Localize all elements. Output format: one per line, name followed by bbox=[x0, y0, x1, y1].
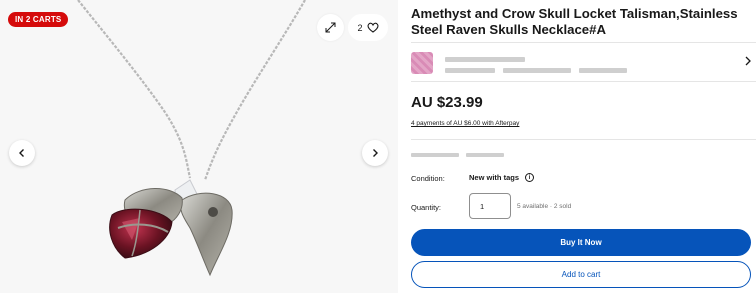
condition-value: New with tags i bbox=[469, 173, 535, 182]
chevron-left-icon bbox=[19, 149, 24, 157]
listing-title: Amethyst and Crow Skull Locket Talisman,… bbox=[411, 6, 738, 37]
price: AU $23.99 bbox=[411, 94, 483, 111]
image-gallery[interactable]: IN 2 CARTS 2 bbox=[0, 0, 398, 293]
chevron-right-icon bbox=[373, 149, 378, 157]
seller-info-redacted bbox=[503, 68, 571, 73]
seller-info-redacted bbox=[445, 68, 495, 73]
expand-icon bbox=[325, 22, 336, 33]
chevron-right-icon bbox=[745, 56, 751, 66]
in-carts-badge: IN 2 CARTS bbox=[8, 12, 69, 27]
redacted-text bbox=[466, 153, 504, 157]
watch-count: 2 bbox=[357, 22, 363, 33]
condition-label: Condition: bbox=[411, 174, 445, 183]
seller-card[interactable] bbox=[411, 42, 756, 82]
add-to-cart-button[interactable]: Add to cart bbox=[411, 261, 751, 288]
next-image-button[interactable] bbox=[362, 140, 388, 166]
seller-avatar bbox=[411, 52, 433, 74]
listing-details: Amethyst and Crow Skull Locket Talisman,… bbox=[411, 0, 756, 293]
seller-name-redacted bbox=[445, 57, 525, 62]
afterpay-link[interactable]: 4 payments of AU $6.00 with Afterpay bbox=[411, 120, 519, 127]
condition-text: New with tags bbox=[469, 173, 520, 182]
divider bbox=[411, 139, 756, 140]
info-icon[interactable]: i bbox=[525, 173, 535, 182]
buy-it-now-button[interactable]: Buy It Now bbox=[411, 229, 751, 256]
quantity-input[interactable] bbox=[469, 193, 511, 219]
quantity-label: Quantity: bbox=[411, 203, 442, 212]
expand-button[interactable] bbox=[317, 14, 344, 41]
redacted-text bbox=[411, 153, 459, 157]
product-image[interactable] bbox=[0, 0, 398, 293]
availability-text: 5 available · 2 sold bbox=[517, 203, 572, 210]
heart-icon bbox=[367, 22, 378, 33]
previous-image-button[interactable] bbox=[9, 140, 35, 166]
watch-button[interactable]: 2 bbox=[348, 14, 388, 41]
seller-info-redacted bbox=[579, 68, 627, 73]
